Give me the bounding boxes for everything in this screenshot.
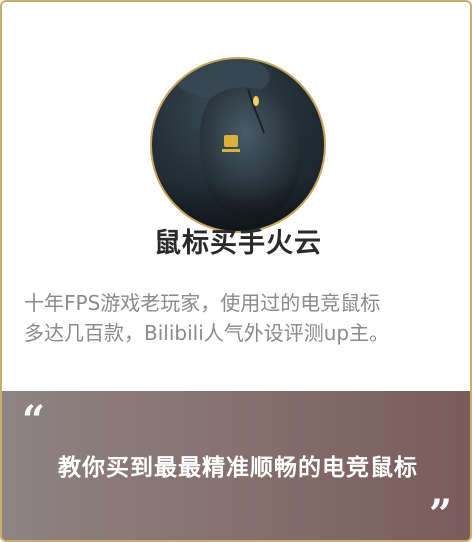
quote-band: “ 教你买到最最精准顺畅的电竞鼠标 ” xyxy=(2,391,470,540)
profile-card: 鼠标买手火云 十年FPS游戏老玩家，使用过的电竞鼠标 多达几百款，Bilibil… xyxy=(0,0,472,542)
close-quote-icon: ” xyxy=(428,491,452,538)
avatar xyxy=(150,57,326,233)
open-quote-icon: “ xyxy=(22,397,46,444)
motto-text: 教你买到最最精准顺畅的电竞鼠标 xyxy=(58,455,418,481)
description-line: 十年FPS游戏老玩家，使用过的电竞鼠标 xyxy=(24,291,381,315)
profile-name: 鼠标买手火云 xyxy=(154,228,322,259)
gaming-mouse-icon xyxy=(152,59,324,231)
description-line: 多达几百款，Bilibili人气外设评测up主。 xyxy=(24,321,390,345)
profile-description: 十年FPS游戏老玩家，使用过的电竞鼠标 多达几百款，Bilibili人气外设评测… xyxy=(24,288,464,348)
